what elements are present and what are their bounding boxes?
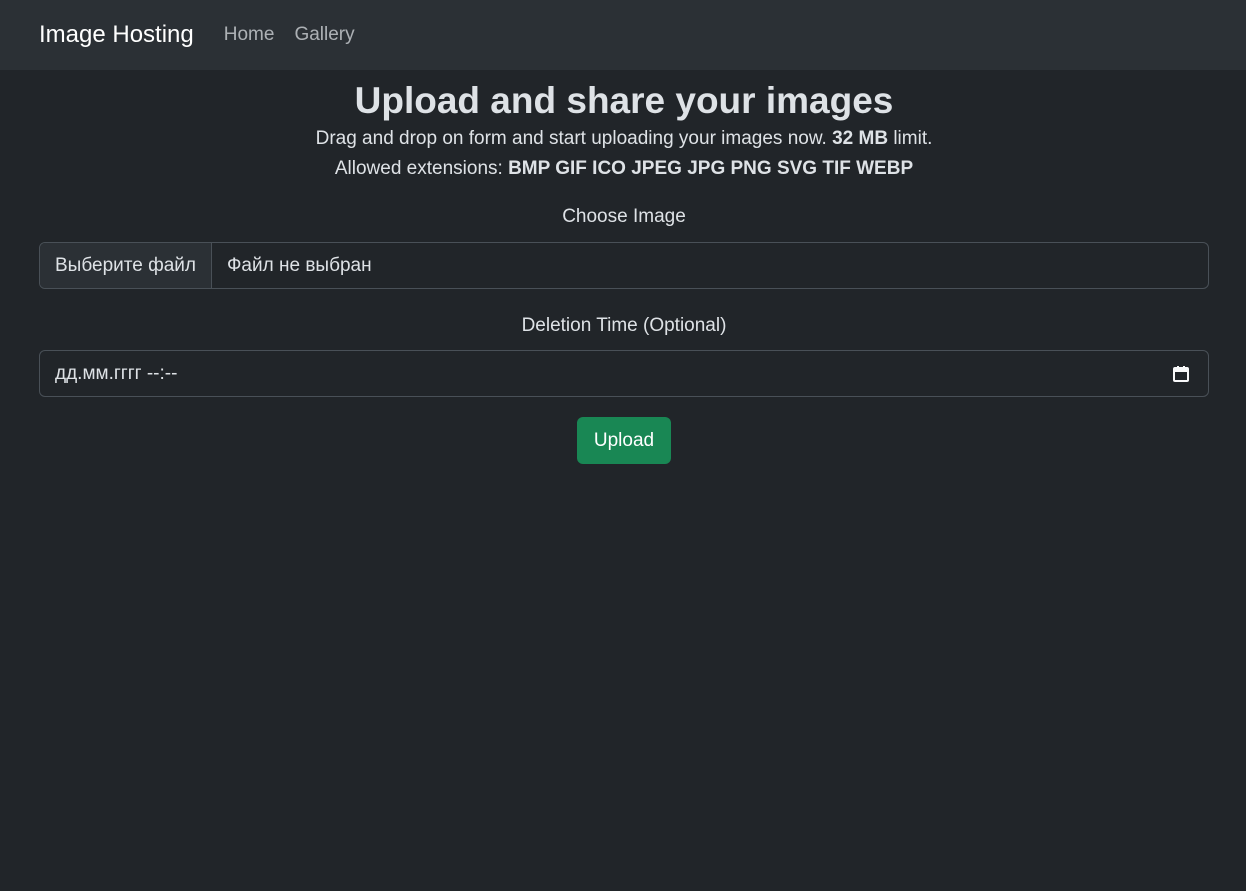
calendar-icon[interactable]: [1172, 365, 1190, 383]
page-title: Upload and share your images: [354, 80, 894, 121]
deletion-time-label: Deletion Time (Optional): [521, 315, 727, 336]
extensions-list: BMP GIF ICO JPEG JPG PNG SVG TIF WEBP: [508, 158, 914, 179]
description-suffix: limit.: [893, 128, 933, 149]
deletion-time-input[interactable]: дд.мм.гггг --:--: [39, 350, 1209, 397]
size-limit: 32 MB: [832, 128, 889, 149]
extensions-label: Allowed extensions:: [334, 158, 503, 179]
upload-description: Drag and drop on form and start uploadin…: [39, 124, 1209, 154]
nav-link-gallery[interactable]: Gallery: [294, 24, 354, 46]
date-placeholder: дд.мм.гггг --:--: [55, 362, 178, 384]
navbar: Image Hosting Home Gallery: [0, 0, 1246, 70]
brand-link[interactable]: Image Hosting: [39, 21, 194, 49]
nav-link-home[interactable]: Home: [224, 24, 275, 46]
upload-page: Upload and share your images Drag and dr…: [0, 80, 1246, 464]
description-text: Drag and drop on form and start uploadin…: [315, 128, 827, 149]
choose-image-label: Choose Image: [562, 206, 686, 227]
upload-button[interactable]: Upload: [576, 417, 672, 464]
file-status: Файл не выбран: [226, 254, 372, 276]
allowed-extensions: Allowed extensions: BMP GIF ICO JPEG JPG…: [39, 154, 1209, 184]
image-file-input[interactable]: Выберите файл Файл не выбран: [39, 242, 1209, 289]
choose-file-button[interactable]: Выберите файл: [40, 243, 212, 288]
